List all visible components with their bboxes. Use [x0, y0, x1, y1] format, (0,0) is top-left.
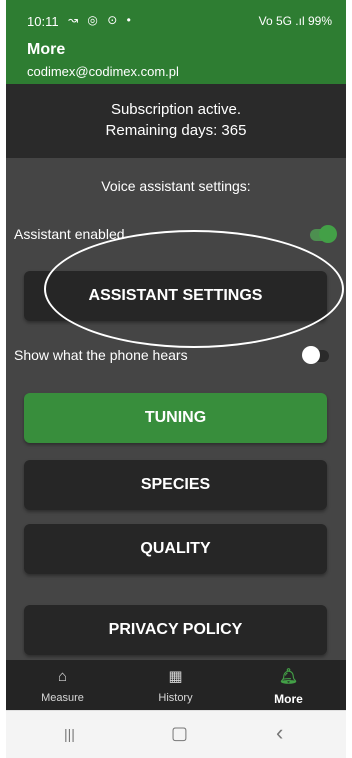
- nav-item-measure[interactable]: ⌂ Measure: [6, 660, 119, 710]
- nav-label: More: [274, 692, 303, 706]
- phone-screen: 10:11 ↝ ◎ ⊙ • Vo 5G .ıl 99% More codimex…: [6, 0, 346, 758]
- toggle-knob: [302, 346, 320, 364]
- assistant-settings-button[interactable]: ASSISTANT SETTINGS: [24, 271, 327, 321]
- assistant-enabled-toggle[interactable]: [310, 225, 337, 243]
- nav-label: History: [158, 692, 193, 704]
- assistant-enabled-row[interactable]: Assistant enabled: [6, 224, 346, 246]
- system-navigation-bar: ||| ▢ ‹: [6, 710, 346, 758]
- home-icon: ⌂: [57, 668, 68, 685]
- remaining-days: Remaining days: 365: [105, 122, 247, 139]
- species-button[interactable]: SPECIES: [24, 460, 327, 510]
- voice-settings-heading: Voice assistant settings:: [101, 178, 251, 194]
- subscription-banner: Subscription active. Remaining days: 365: [6, 84, 346, 158]
- show-hears-toggle[interactable]: [302, 346, 329, 364]
- app-header: 10:11 ↝ ◎ ⊙ • Vo 5G .ıl 99% More codimex…: [6, 0, 346, 84]
- account-email: codimex@codimex.com.pl: [27, 64, 179, 79]
- assistant-enabled-label: Assistant enabled: [14, 226, 125, 242]
- show-hears-row[interactable]: Show what the phone hears: [6, 345, 346, 367]
- bell-icon: 🔔︎: [278, 668, 299, 685]
- quality-button[interactable]: QUALITY: [24, 524, 327, 574]
- page-title: More: [27, 41, 66, 58]
- show-hears-label: Show what the phone hears: [14, 347, 188, 363]
- nav-label: Measure: [41, 692, 84, 704]
- grid-icon: ▦: [168, 668, 183, 685]
- tuning-button[interactable]: TUNING: [24, 393, 327, 443]
- privacy-policy-button[interactable]: PRIVACY POLICY: [24, 605, 327, 655]
- notification-icons: ↝ ◎ ⊙ •: [68, 13, 134, 27]
- back-icon[interactable]: ‹: [276, 720, 283, 746]
- status-bar: 10:11 ↝ ◎ ⊙ • Vo 5G .ıl 99%: [6, 0, 346, 38]
- bottom-navigation: ⌂ Measure ▦ History 🔔︎ More: [6, 660, 346, 710]
- status-time: 10:11: [27, 14, 59, 29]
- nav-item-more[interactable]: 🔔︎ More: [232, 660, 345, 710]
- subscription-status: Subscription active.: [110, 101, 242, 118]
- home-button-icon[interactable]: ▢: [171, 723, 188, 744]
- toggle-knob: [319, 225, 337, 243]
- recents-icon[interactable]: |||: [64, 726, 75, 742]
- signal-battery-icons: Vo 5G .ıl 99%: [258, 14, 332, 28]
- nav-item-history[interactable]: ▦ History: [119, 660, 232, 710]
